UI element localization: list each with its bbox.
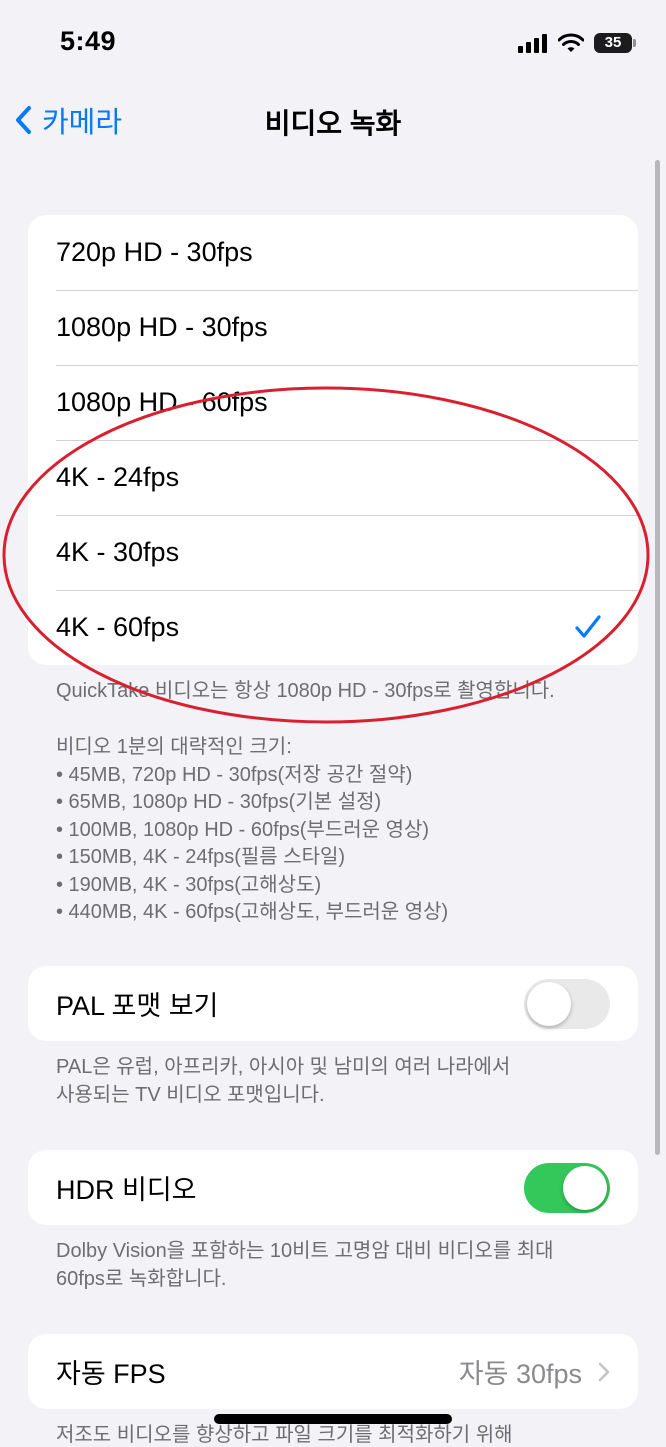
auto-fps-group: 자동 FPS 자동 30fps bbox=[28, 1334, 638, 1409]
auto-fps-value-container: 자동 30fps bbox=[459, 1334, 610, 1409]
pal-format-label: PAL 포맷 보기 bbox=[56, 991, 219, 1021]
format-option-4k-30[interactable]: 4K - 30fps bbox=[28, 515, 638, 590]
auto-fps-value: 자동 30fps bbox=[458, 1359, 582, 1389]
size-item: • 45MB, 720p HD - 30fps(저장 공간 절약) bbox=[56, 763, 413, 786]
format-option-1080p-60[interactable]: 1080p HD - 60fps bbox=[28, 365, 638, 440]
pal-note-line: 사용되는 TV 비디오 포맷입니다. bbox=[56, 1083, 325, 1106]
format-option-1080p-30[interactable]: 1080p HD - 30fps bbox=[28, 290, 638, 365]
hdr-note-line: Dolby Vision을 포함하는 10비트 고명암 대비 비디오를 최대 bbox=[56, 1240, 554, 1262]
pal-format-toggle[interactable] bbox=[524, 979, 610, 1029]
pal-note: PAL은 유럽, 아프리카, 아시아 및 남미의 여러 나라에서 사용되는 TV… bbox=[56, 1054, 626, 1109]
pal-note-line: PAL은 유럽, 아프리카, 아시아 및 남미의 여러 나라에서 bbox=[56, 1056, 511, 1078]
size-item: • 65MB, 1080p HD - 30fps(기본 설정) bbox=[56, 791, 382, 813]
format-label: 4K - 24fps bbox=[56, 462, 180, 492]
toggle-knob bbox=[527, 982, 571, 1026]
size-item: • 150MB, 4K - 24fps(필름 스타일) bbox=[56, 846, 346, 868]
checkmark-icon bbox=[575, 615, 601, 638]
format-label: 4K - 60fps bbox=[56, 612, 180, 642]
auto-fps-row[interactable]: 자동 FPS 자동 30fps bbox=[28, 1334, 638, 1409]
status-icons: 35 bbox=[518, 30, 636, 56]
page-title: 비디오 녹화 bbox=[264, 108, 402, 139]
hdr-note: Dolby Vision을 포함하는 10비트 고명암 대비 비디오를 최대 6… bbox=[56, 1238, 626, 1293]
home-indicator[interactable] bbox=[214, 1414, 452, 1424]
format-label: 1080p HD - 30fps bbox=[56, 312, 268, 342]
auto-fps-label: 자동 FPS bbox=[56, 1359, 166, 1389]
size-info: 비디오 1분의 대략적인 크기: • 45MB, 720p HD - 30fps… bbox=[56, 734, 626, 927]
format-option-4k-24[interactable]: 4K - 24fps bbox=[28, 440, 638, 515]
cellular-signal-icon bbox=[518, 34, 547, 53]
chevron-right-icon bbox=[598, 1362, 610, 1381]
video-format-list: 720p HD - 30fps 1080p HD - 30fps 1080p H… bbox=[28, 215, 638, 665]
size-heading: 비디오 1분의 대략적인 크기: bbox=[56, 736, 292, 758]
format-option-720p-30[interactable]: 720p HD - 30fps bbox=[28, 215, 638, 290]
format-label: 4K - 30fps bbox=[56, 537, 180, 567]
scrollbar[interactable] bbox=[655, 160, 660, 1155]
hdr-video-row: HDR 비디오 bbox=[28, 1150, 638, 1225]
pal-format-row: PAL 포맷 보기 bbox=[28, 966, 638, 1041]
quicktake-note: QuickTake 비디오는 항상 1080p HD - 30fps로 촬영합니… bbox=[56, 680, 555, 702]
size-item: • 100MB, 1080p HD - 60fps(부드러운 영상) bbox=[56, 818, 430, 841]
wifi-icon bbox=[558, 33, 584, 52]
navigation-bar: 카메라 비디오 녹화 bbox=[0, 86, 666, 156]
battery-icon: 35 bbox=[594, 33, 636, 53]
hdr-video-label: HDR 비디오 bbox=[56, 1175, 197, 1205]
size-item: • 190MB, 4K - 30fps(고해상도) bbox=[56, 873, 322, 896]
format-label: 720p HD - 30fps bbox=[56, 237, 253, 267]
toggle-knob bbox=[563, 1166, 607, 1210]
hdr-video-group: HDR 비디오 bbox=[28, 1150, 638, 1225]
hdr-note-line: 60fps로 녹화합니다. bbox=[56, 1267, 227, 1290]
status-bar: 5:49 35 bbox=[0, 0, 666, 86]
hdr-video-toggle[interactable] bbox=[524, 1163, 610, 1213]
pal-format-group: PAL 포맷 보기 bbox=[28, 966, 638, 1041]
status-time: 5:49 bbox=[60, 26, 117, 56]
format-option-4k-60[interactable]: 4K - 60fps bbox=[28, 590, 638, 665]
format-label: 1080p HD - 60fps bbox=[56, 387, 268, 417]
size-item: • 440MB, 4K - 60fps(고해상도, 부드러운 영상) bbox=[56, 901, 449, 923]
